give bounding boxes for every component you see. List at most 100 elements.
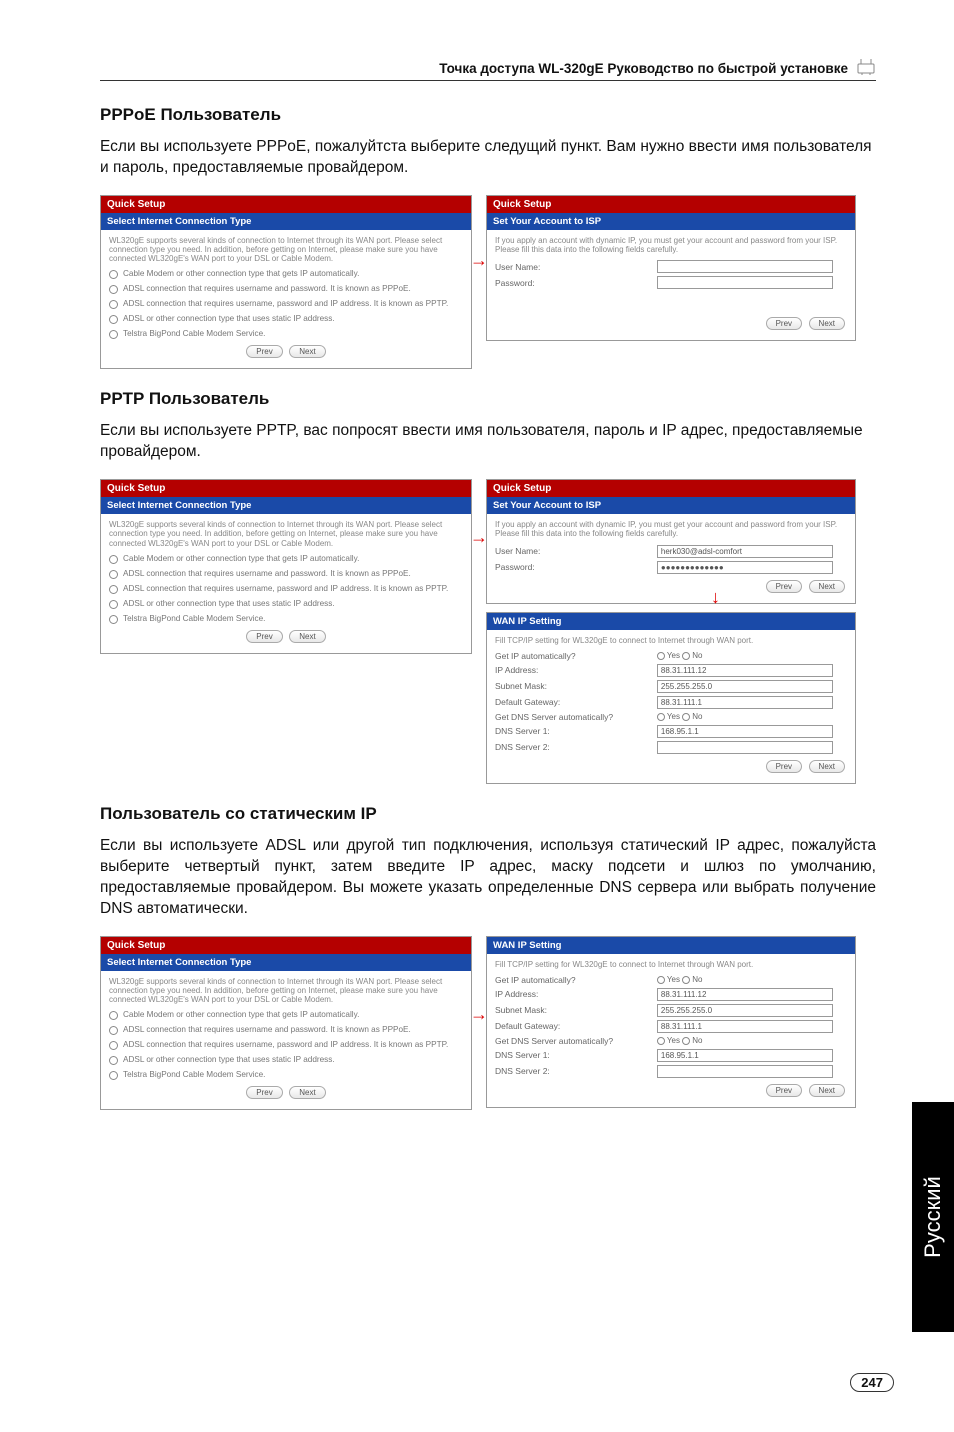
dns1-label: DNS Server 1: [495,726,657,736]
prev-button[interactable]: Prev [766,580,802,593]
radio-no[interactable] [682,976,690,984]
next-button[interactable]: Next [809,760,845,773]
username-input[interactable] [657,260,833,273]
radio-icon[interactable] [109,330,118,339]
panel-intro: WL320gE supports several kinds of connec… [109,977,463,1005]
language-tab: Русский [912,1102,954,1332]
radio-icon[interactable] [109,270,118,279]
next-button[interactable]: Next [289,345,325,358]
gw-input[interactable]: 88.31.111.1 [657,1020,833,1033]
prev-button[interactable]: Prev [246,345,282,358]
radio-icon[interactable] [109,1071,118,1080]
radio-yes[interactable] [657,652,665,660]
radio-label: ADSL or other connection type that uses … [123,1055,335,1064]
password-input[interactable]: ●●●●●●●●●●●●● [657,561,833,574]
radio-icon[interactable] [109,315,118,324]
radio-label: Telstra BigPond Cable Modem Service. [123,329,265,338]
username-label: User Name: [495,262,657,272]
dns-auto-label: Get DNS Server automatically? [495,712,657,722]
radio-label: Cable Modem or other connection type tha… [123,554,359,563]
radio-label: ADSL or other connection type that uses … [123,599,335,608]
panel-intro: Fill TCP/IP setting for WL320gE to conne… [495,636,847,645]
radio-label: Telstra BigPond Cable Modem Service. [123,614,265,623]
dns1-input[interactable]: 168.95.1.1 [657,1049,833,1062]
dns2-label: DNS Server 2: [495,1066,657,1076]
section-title-pppoe: PPPoE Пользователь [100,105,876,125]
dns2-label: DNS Server 2: [495,742,657,752]
ip-input[interactable]: 88.31.111.12 [657,988,833,1001]
panel-head: Quick Setup [487,480,855,497]
radio-label: Telstra BigPond Cable Modem Service. [123,1070,265,1079]
panel-head: Quick Setup [101,937,471,954]
mask-label: Subnet Mask: [495,681,657,691]
ip-input[interactable]: 88.31.111.12 [657,664,833,677]
radio-label: ADSL connection that requires username, … [123,299,448,308]
radio-no[interactable] [682,652,690,660]
dns-auto-label: Get DNS Server automatically? [495,1036,657,1046]
mask-input[interactable]: 255.255.255.0 [657,680,833,693]
panel-bar: Set Your Account to ISP [487,213,855,230]
username-input[interactable]: herk030@adsl-comfort [657,545,833,558]
arrow-icon: → [470,250,488,271]
password-label: Password: [495,562,657,572]
radio-icon[interactable] [109,285,118,294]
panel-bar: WAN IP Setting [487,937,855,954]
arrow-icon: → [470,1004,488,1025]
mask-label: Subnet Mask: [495,1005,657,1015]
radio-no[interactable] [682,713,690,721]
prev-button[interactable]: Prev [766,760,802,773]
prev-button[interactable]: Prev [766,1084,802,1097]
next-button[interactable]: Next [809,317,845,330]
radio-icon[interactable] [109,1041,118,1050]
prev-button[interactable]: Prev [766,317,802,330]
radio-icon[interactable] [109,600,118,609]
next-button[interactable]: Next [809,1084,845,1097]
radio-label: ADSL connection that requires username a… [123,284,411,293]
radio-icon[interactable] [109,615,118,624]
panel-head: Quick Setup [487,196,855,213]
radio-label: ADSL connection that requires username, … [123,584,448,593]
device-icon [856,58,876,76]
page-number: 247 [850,1373,894,1392]
ip-label: IP Address: [495,665,657,675]
arrow-icon: → [470,527,488,548]
panel-intro: If you apply an account with dynamic IP,… [495,520,847,538]
radio-icon[interactable] [109,555,118,564]
panel-bar: Select Internet Connection Type [101,213,471,230]
radio-label: ADSL or other connection type that uses … [123,314,335,323]
dns1-input[interactable]: 168.95.1.1 [657,725,833,738]
section-title-static: Пользователь со статическим IP [100,804,876,824]
section-title-pptp: PPTP Пользователь [100,389,876,409]
radio-label: Cable Modem or other connection type tha… [123,1010,359,1019]
prev-button[interactable]: Prev [246,630,282,643]
username-label: User Name: [495,546,657,556]
radio-icon[interactable] [109,1011,118,1020]
radio-icon[interactable] [109,570,118,579]
get-ip-label: Get IP automatically? [495,975,657,985]
radio-label: ADSL connection that requires username a… [123,569,411,578]
radio-yes[interactable] [657,713,665,721]
dns1-label: DNS Server 1: [495,1050,657,1060]
password-input[interactable] [657,276,833,289]
radio-icon[interactable] [109,300,118,309]
get-ip-label: Get IP automatically? [495,651,657,661]
next-button[interactable]: Next [289,1086,325,1099]
dns2-input[interactable] [657,1065,833,1078]
ip-label: IP Address: [495,989,657,999]
panel-intro: Fill TCP/IP setting for WL320gE to conne… [495,960,847,969]
radio-label: ADSL connection that requires username a… [123,1025,411,1034]
next-button[interactable]: Next [809,580,845,593]
radio-no[interactable] [682,1037,690,1045]
dns2-input[interactable] [657,741,833,754]
next-button[interactable]: Next [289,630,325,643]
radio-yes[interactable] [657,1037,665,1045]
gw-input[interactable]: 88.31.111.1 [657,696,833,709]
panel-intro: WL320gE supports several kinds of connec… [109,236,463,264]
radio-icon[interactable] [109,585,118,594]
mask-input[interactable]: 255.255.255.0 [657,1004,833,1017]
radio-yes[interactable] [657,976,665,984]
radio-icon[interactable] [109,1026,118,1035]
prev-button[interactable]: Prev [246,1086,282,1099]
panel-intro: If you apply an account with dynamic IP,… [495,236,847,254]
radio-icon[interactable] [109,1056,118,1065]
